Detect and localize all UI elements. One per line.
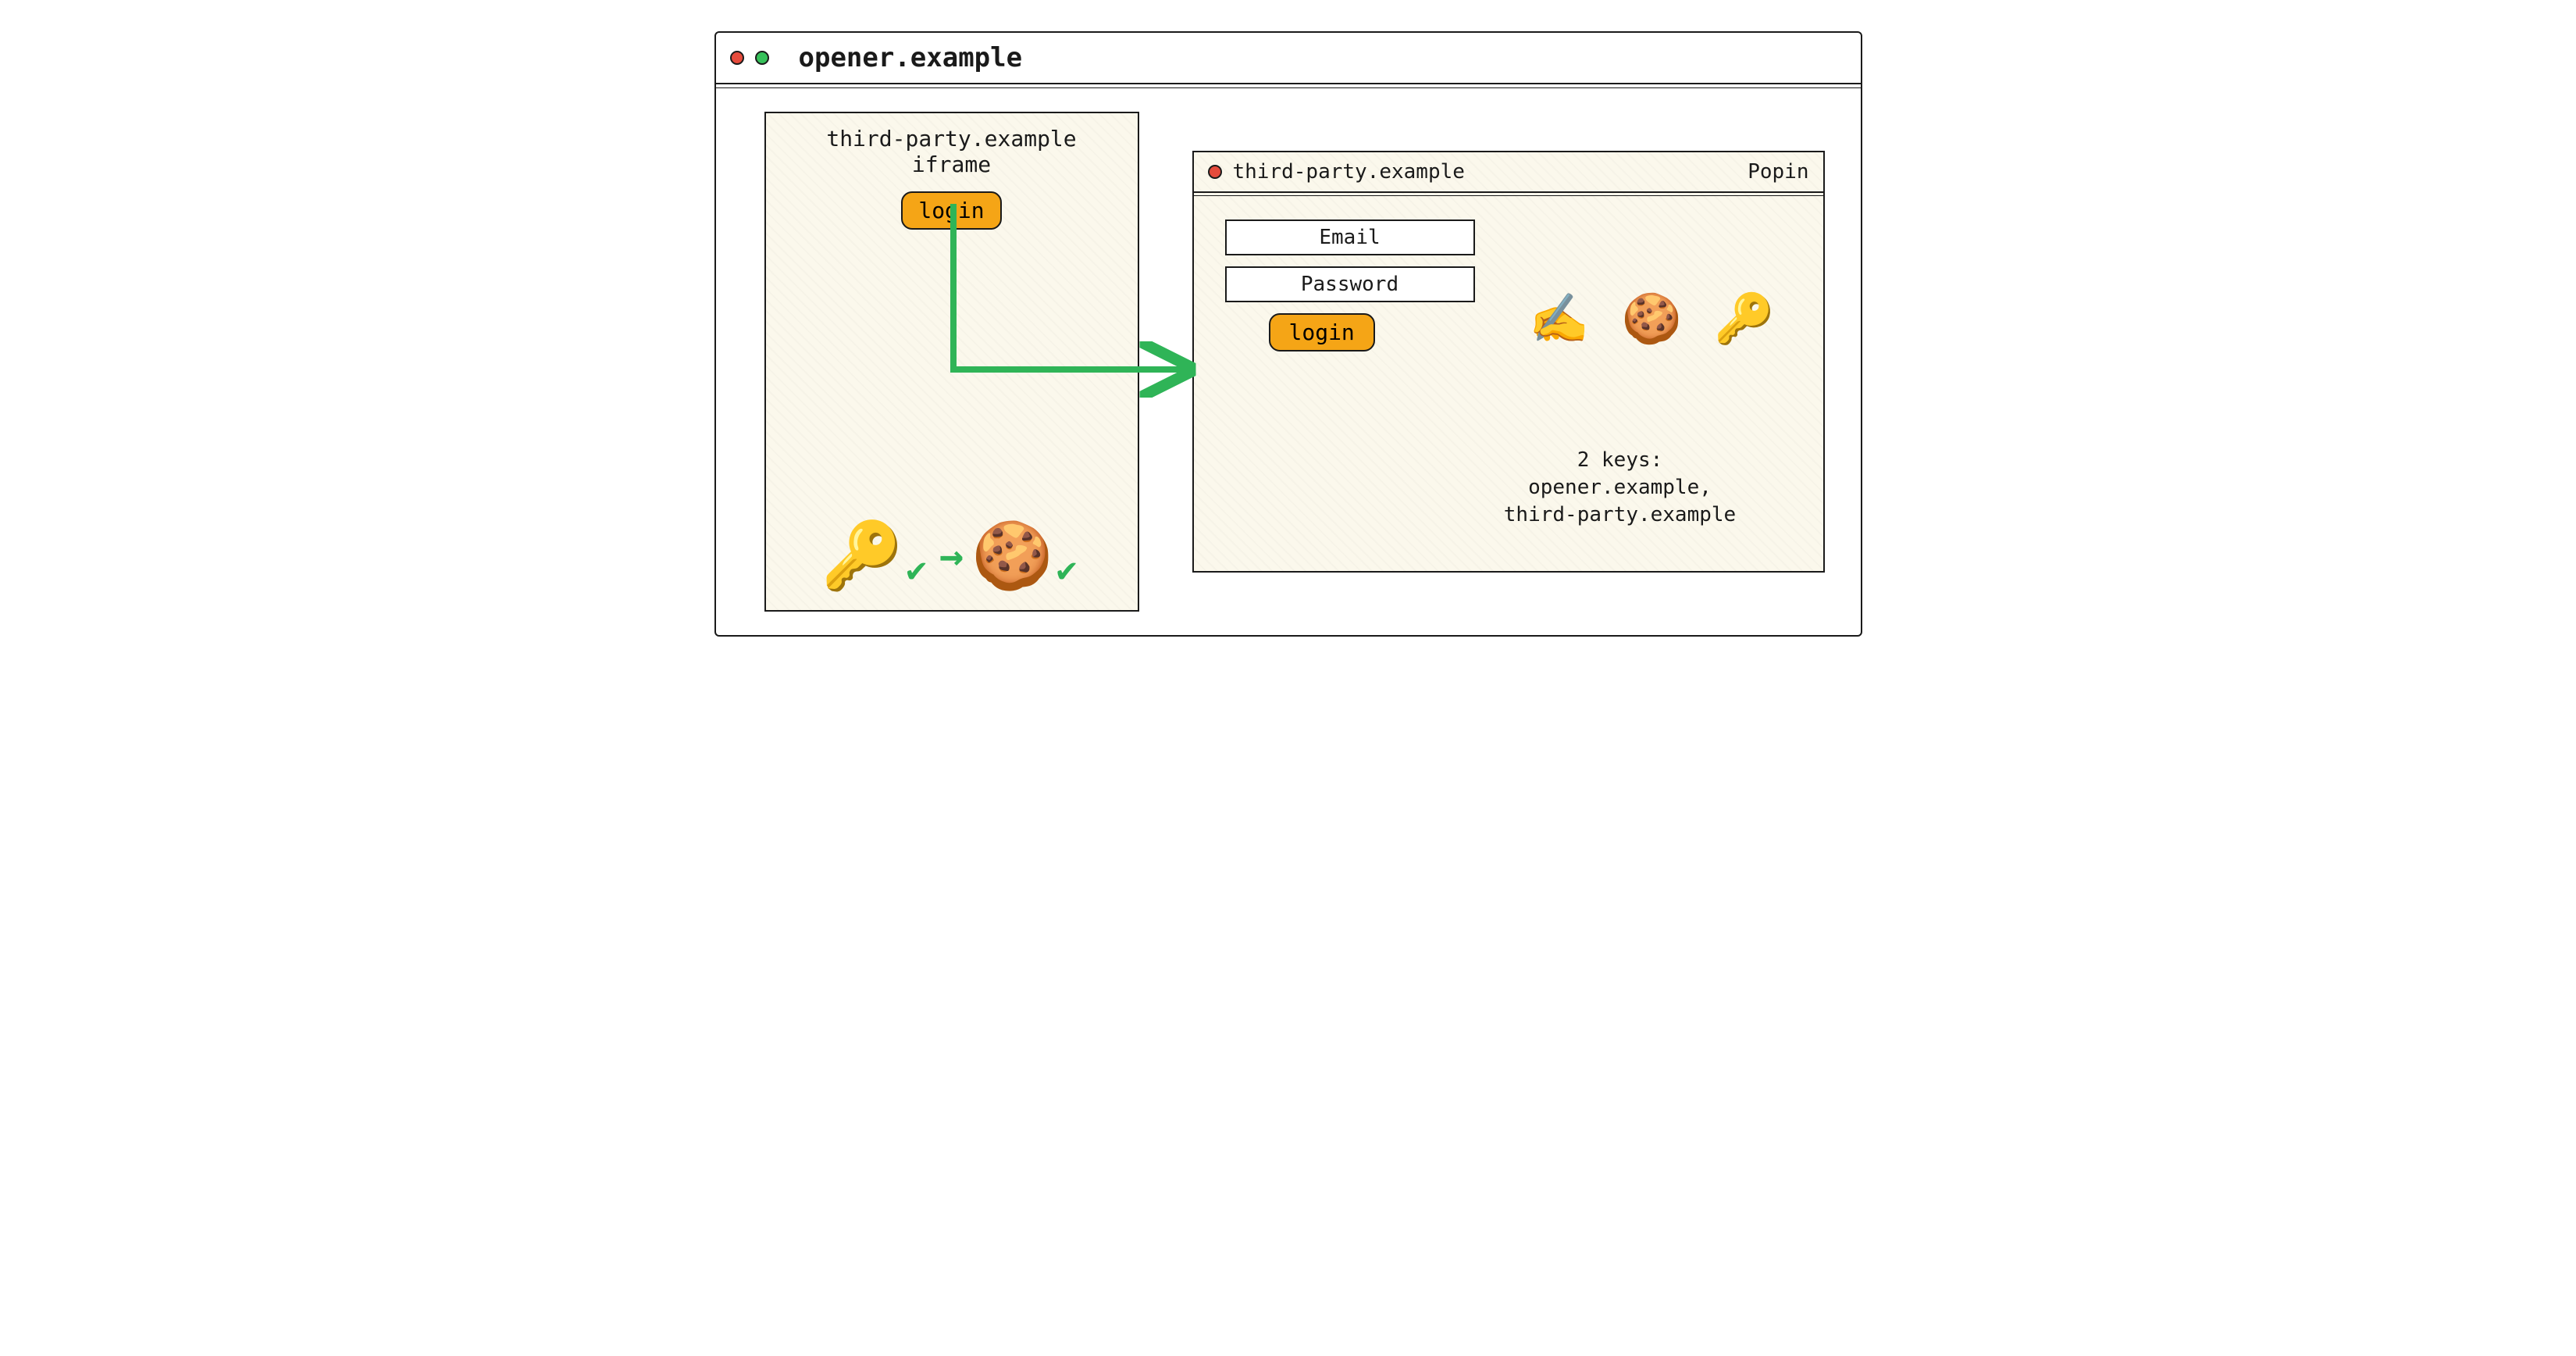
key-icon: 🔑: [1714, 290, 1776, 347]
popin-body: Email Password login ✍️ 🍪 🔑 2 keys: open…: [1194, 196, 1823, 568]
iframe-cookie-access-row: 🔑 ✔ → 🍪 ✔: [766, 517, 1138, 594]
expand-dot-icon[interactable]: [755, 51, 769, 65]
keys-line-1: opener.example,: [1464, 474, 1776, 501]
check-icon: ✔: [1056, 550, 1078, 590]
popin-window: third-party.example Popin Email Password…: [1192, 151, 1825, 573]
check-icon: ✔: [906, 550, 927, 590]
cookie-icon: 🍪: [971, 517, 1053, 594]
browser-window: opener.example third-party.example ifram…: [714, 31, 1862, 637]
cookie-icon: 🍪: [1622, 290, 1683, 347]
popin-close-dot-icon[interactable]: [1208, 165, 1222, 179]
keys-line-2: third-party.example: [1464, 501, 1776, 529]
popin-title: third-party.example: [1233, 160, 1465, 184]
popin-write-cookie-row: ✍️ 🍪 🔑: [1529, 290, 1776, 348]
browser-titlebar: opener.example: [716, 33, 1861, 84]
key-icon: 🔑: [821, 517, 903, 594]
browser-content: third-party.example iframe login 🔑 ✔ → 🍪…: [716, 88, 1861, 635]
popin-keys-text: 2 keys: opener.example, third-party.exam…: [1464, 447, 1776, 529]
popin-login-button[interactable]: login: [1269, 313, 1375, 351]
password-field[interactable]: Password: [1225, 266, 1475, 302]
iframe-panel: third-party.example iframe login 🔑 ✔ → 🍪…: [764, 112, 1139, 612]
popin-titlebar: third-party.example Popin: [1194, 152, 1823, 193]
close-dot-icon[interactable]: [730, 51, 744, 65]
arrow-right-icon: →: [939, 533, 964, 580]
keys-heading: 2 keys:: [1464, 447, 1776, 474]
writing-hand-icon: ✍️: [1529, 290, 1591, 347]
browser-title: opener.example: [799, 42, 1023, 73]
popin-badge: Popin: [1748, 160, 1808, 184]
iframe-title: third-party.example iframe: [782, 126, 1122, 177]
email-field[interactable]: Email: [1225, 219, 1475, 255]
iframe-login-button[interactable]: login: [901, 191, 1001, 230]
